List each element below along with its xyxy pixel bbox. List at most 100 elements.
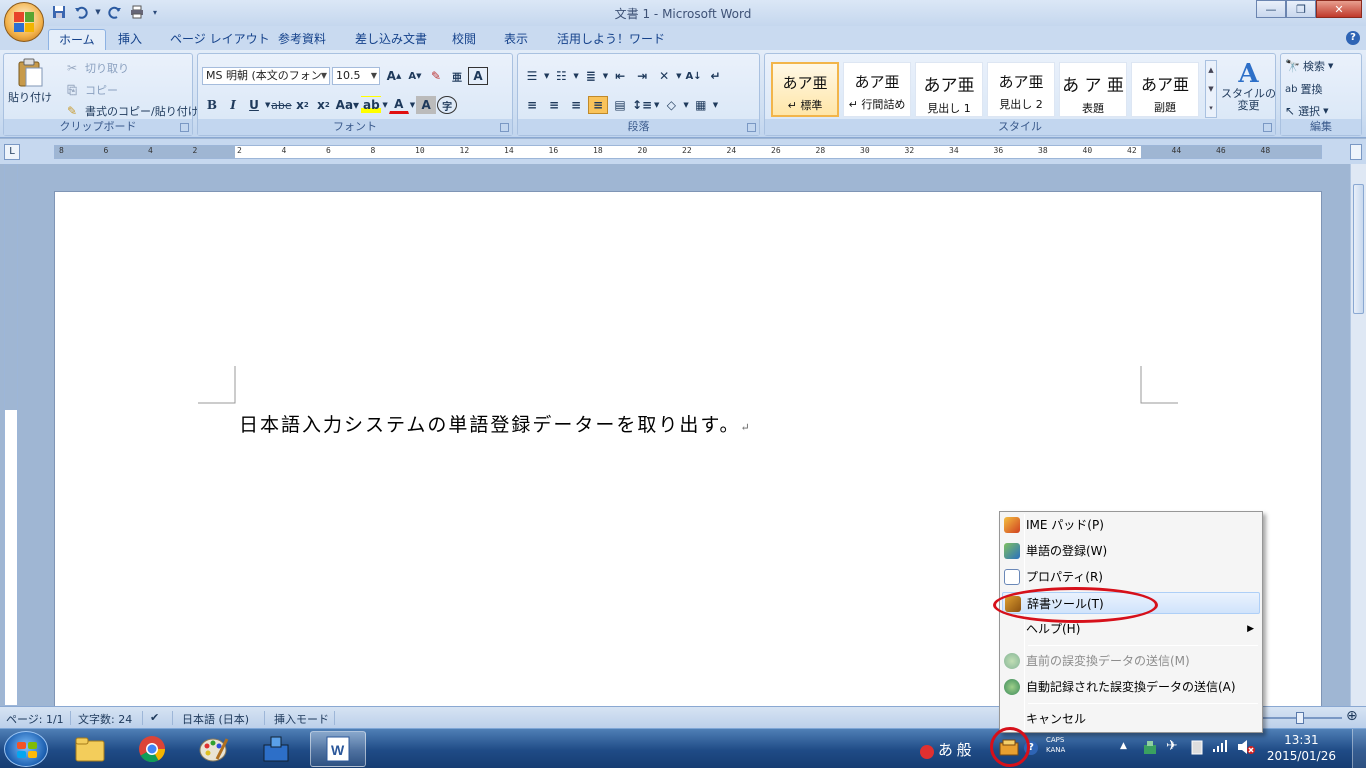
tab-references[interactable]: 参考資料	[268, 29, 336, 50]
styles-launcher[interactable]	[1263, 123, 1272, 132]
office-button[interactable]	[4, 2, 44, 42]
language[interactable]: 日本語 (日本)	[182, 711, 249, 727]
chevron-down-icon[interactable]: ▼	[603, 72, 608, 80]
copy-button[interactable]: ⎘ コピー	[62, 81, 118, 99]
scrollbar-thumb[interactable]	[1353, 184, 1364, 314]
start-button[interactable]	[4, 731, 48, 767]
menu-item-send-recorded-errors[interactable]: 自動記録された誤変換データの送信(A)	[1002, 676, 1260, 698]
tab-insert[interactable]: 挿入	[108, 29, 152, 50]
zoom-knob[interactable]	[1296, 712, 1304, 724]
strikethrough-icon[interactable]: abe	[271, 96, 292, 114]
align-right-icon[interactable]: ≡	[566, 96, 586, 114]
styles-scroll[interactable]: ▲ ▼ ▾	[1205, 60, 1217, 118]
menu-item-dictionary-tool[interactable]: 辞書ツール(T)	[1002, 592, 1260, 614]
numbering-icon[interactable]: ☷	[551, 67, 571, 85]
font-color-icon[interactable]: A	[388, 96, 409, 114]
document-text[interactable]: 日本語入力システムの単語登録データーを取り出す。↵	[239, 410, 752, 437]
taskbar-app[interactable]	[248, 731, 304, 767]
font-launcher[interactable]	[500, 123, 509, 132]
tab-selector[interactable]: L	[4, 144, 20, 160]
chevron-down-icon[interactable]: ▼	[573, 72, 578, 80]
chevron-down-icon[interactable]: ▼	[410, 101, 415, 109]
style-no-spacing[interactable]: あア亜 ↵ 行間詰め	[843, 62, 911, 117]
char-border-icon[interactable]: A	[468, 67, 488, 85]
paragraph-launcher[interactable]	[747, 123, 756, 132]
clipboard-launcher[interactable]	[180, 123, 189, 132]
select-button[interactable]: ↖ 選択 ▼	[1285, 103, 1328, 119]
menu-item-word-register[interactable]: 単語の登録(W)	[1002, 540, 1260, 562]
tab-home[interactable]: ホーム	[48, 29, 106, 50]
zoom-in-icon[interactable]: ⊕	[1346, 708, 1358, 724]
tab-view[interactable]: 表示	[494, 29, 538, 50]
tray-expand-icon[interactable]: ▲	[1120, 741, 1127, 751]
align-center-icon[interactable]: ≡	[544, 96, 564, 114]
borders-icon[interactable]: ▦	[691, 96, 711, 114]
vertical-ruler[interactable]	[4, 164, 18, 706]
char-shading-icon[interactable]: A	[416, 96, 437, 114]
show-desktop-button[interactable]	[1352, 729, 1366, 768]
format-painter-button[interactable]: ✎ 書式のコピー/貼り付け	[62, 102, 199, 120]
paste-button[interactable]: 貼り付け	[8, 58, 52, 105]
font-name-combo[interactable]: MS 明朝 (本文のフォン ▼	[202, 67, 330, 85]
chevron-down-icon[interactable]: ▼	[713, 101, 718, 109]
menu-item-properties[interactable]: プロパティ(R)	[1002, 566, 1260, 588]
line-spacing-icon[interactable]: ↕≡	[632, 96, 652, 114]
asian-layout-icon[interactable]: ✕	[654, 67, 674, 85]
minimize-button[interactable]: —	[1256, 0, 1286, 18]
maximize-button[interactable]: ❐	[1286, 0, 1316, 18]
subscript-icon[interactable]: x2	[292, 96, 312, 114]
superscript-icon[interactable]: x2	[313, 96, 333, 114]
taskbar-word[interactable]: W	[310, 731, 366, 767]
tab-page-layout[interactable]: ページ レイアウト	[160, 29, 280, 50]
ime-toolbox-icon[interactable]	[998, 738, 1020, 759]
tab-mailings[interactable]: 差し込み文書	[345, 29, 437, 50]
style-heading-2[interactable]: あア亜 見出し 2	[987, 62, 1055, 117]
show-marks-icon[interactable]: ↵	[706, 67, 726, 85]
shading-icon[interactable]: ◇	[661, 96, 681, 114]
clear-format-icon[interactable]: ✎	[426, 67, 446, 85]
menu-item-cancel[interactable]: キャンセル	[1002, 708, 1260, 730]
shrink-font-icon[interactable]: A ▼	[405, 67, 425, 85]
underline-icon[interactable]: U	[244, 96, 264, 114]
style-heading-1[interactable]: あア亜 見出し 1	[915, 62, 983, 117]
chevron-down-icon[interactable]: ▼	[676, 72, 681, 80]
pin-icon[interactable]: ✈	[1166, 738, 1178, 754]
multilevel-list-icon[interactable]: ≣	[581, 67, 601, 85]
bullets-icon[interactable]: ☰	[522, 67, 542, 85]
volume-muted-icon[interactable]	[1236, 739, 1256, 758]
grow-font-icon[interactable]: A ▲	[384, 67, 404, 85]
chevron-down-icon[interactable]: ▼	[265, 101, 270, 109]
ime-mode[interactable]: あ	[938, 741, 953, 759]
chevron-down-icon[interactable]: ▼	[683, 101, 688, 109]
justify-icon[interactable]: ≡	[588, 96, 608, 114]
horizontal-ruler[interactable]: 8 6 4 2 2 4 6 8 10 12 14 16 18 20 22 24 26 28 30 32 34 36 38 40…	[54, 145, 1322, 159]
tab-addin[interactable]: 活用しよう！ワード	[547, 29, 675, 50]
taskbar-explorer[interactable]	[62, 731, 118, 767]
network-share-icon[interactable]	[1142, 739, 1158, 758]
change-case-icon[interactable]: Aa▾	[334, 96, 360, 114]
ime-bar[interactable]: あ 般	[920, 739, 972, 760]
decrease-indent-icon[interactable]: ⇤	[610, 67, 630, 85]
tab-review[interactable]: 校閲	[442, 29, 486, 50]
style-normal[interactable]: あア亜 ↵ 標準	[771, 62, 839, 117]
signal-icon[interactable]	[1212, 739, 1228, 756]
close-button[interactable]: ✕	[1316, 0, 1362, 18]
help-icon[interactable]: ?	[1346, 31, 1360, 45]
find-button[interactable]: 🔭 検索 ▼	[1285, 58, 1333, 74]
change-styles-button[interactable]: A スタイルの 変更	[1221, 60, 1276, 112]
italic-icon[interactable]: I	[223, 96, 243, 114]
menu-item-ime-pad[interactable]: IME パッド(P)	[1002, 514, 1260, 536]
bold-icon[interactable]: B	[202, 96, 222, 114]
menu-item-help[interactable]: ヘルプ(H) ▶	[1002, 618, 1260, 640]
device-icon[interactable]	[1190, 739, 1204, 758]
proofing-icon[interactable]: ✔	[150, 711, 159, 724]
ime-conversion[interactable]: 般	[957, 741, 972, 759]
insert-mode[interactable]: 挿入モード	[274, 711, 329, 727]
style-subtitle[interactable]: あア亜 副題	[1131, 62, 1199, 117]
word-count[interactable]: 文字数: 24	[78, 711, 132, 727]
taskbar-chrome[interactable]	[124, 731, 180, 767]
cut-button[interactable]: ✂ 切り取り	[62, 59, 129, 77]
highlight-icon[interactable]: ab	[361, 96, 382, 114]
view-ruler-button[interactable]	[1350, 144, 1362, 160]
chevron-down-icon[interactable]: ▼	[654, 101, 659, 109]
